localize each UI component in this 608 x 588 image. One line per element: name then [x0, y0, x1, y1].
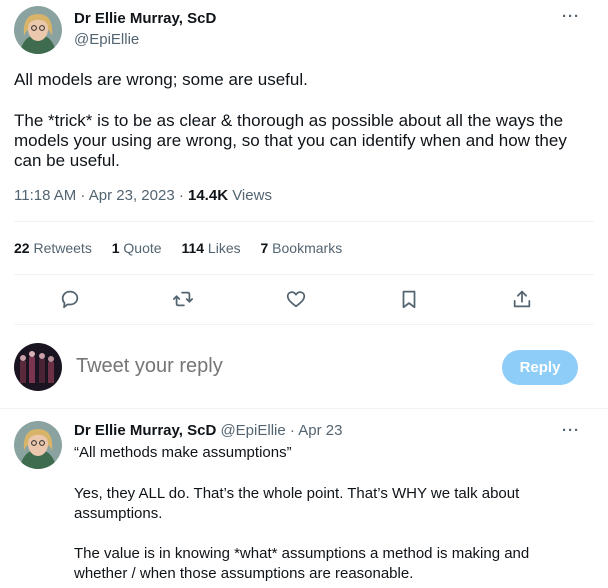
reply-text-paragraph: Yes, they ALL do. That’s the whole point… — [74, 485, 520, 522]
divider — [14, 324, 594, 325]
author-handle[interactable]: @EpiEllie — [220, 422, 285, 439]
bookmarks-stat[interactable]: 7 Bookmarks — [261, 240, 343, 256]
retweets-count: 22 — [14, 240, 30, 256]
more-options-icon[interactable]: ··· — [562, 422, 580, 439]
retweets-stat[interactable]: 22 Retweets — [14, 240, 92, 256]
tweet-text-paragraph: All models are wrong; some are useful. — [14, 70, 308, 89]
tweet-text-paragraph: The *trick* is to be as clear & thorough… — [14, 111, 567, 170]
divider — [14, 274, 594, 275]
user-avatar[interactable] — [14, 343, 62, 391]
author-name[interactable]: Dr Ellie Murray, ScD — [74, 422, 216, 439]
reply-header: Dr Ellie Murray, ScD @EpiEllie · Apr 23 — [74, 422, 342, 439]
views-count: 14.4K — [188, 187, 229, 204]
divider — [0, 408, 608, 409]
divider — [14, 221, 594, 222]
tweet-stats: 22 Retweets 1 Quote 114 Likes 7 Bookmark… — [14, 240, 358, 256]
likes-stat[interactable]: 114 Likes — [181, 240, 240, 256]
share-icon[interactable] — [511, 288, 535, 312]
author-name[interactable]: Dr Ellie Murray, ScD — [74, 10, 216, 27]
retweet-icon[interactable] — [172, 288, 196, 312]
views-label: Views — [228, 187, 272, 204]
likes-count: 114 — [181, 240, 205, 256]
bookmarks-label: Bookmarks — [268, 240, 343, 256]
quotes-label: Quote — [119, 240, 162, 256]
quotes-count: 1 — [111, 240, 120, 256]
reply-icon[interactable] — [59, 288, 83, 312]
retweets-label: Retweets — [29, 240, 92, 256]
reply-button[interactable]: Reply — [502, 350, 578, 385]
reply-date[interactable]: · Apr 23 — [286, 422, 343, 439]
reply-text-paragraph: “All methods make assumptions” — [74, 444, 292, 461]
like-icon[interactable] — [285, 288, 309, 312]
tweet-timestamp[interactable]: 11:18 AM · Apr 23, 2023 · — [14, 187, 188, 204]
author-handle[interactable]: @EpiEllie — [74, 31, 139, 48]
quotes-stat[interactable]: 1 Quote — [112, 240, 162, 256]
more-options-icon[interactable]: ··· — [562, 8, 580, 25]
tweet-meta: 11:18 AM · Apr 23, 2023 · 14.4K Views — [14, 187, 272, 204]
likes-label: Likes — [204, 240, 241, 256]
reply-input[interactable] — [76, 355, 476, 378]
author-avatar[interactable] — [14, 6, 62, 54]
reply-text-paragraph: The value is in knowing *what* assumptio… — [74, 545, 530, 582]
author-avatar[interactable] — [14, 421, 62, 469]
bookmark-icon[interactable] — [398, 288, 422, 312]
